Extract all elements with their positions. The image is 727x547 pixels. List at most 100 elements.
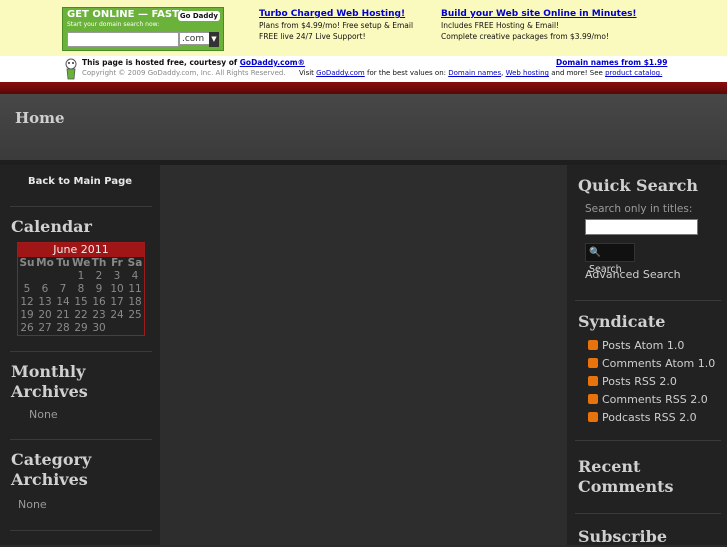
calendar-day: 22 [74, 309, 88, 321]
calendar-day: 4 [131, 270, 139, 282]
calendar-day: 1 [77, 270, 85, 282]
godaddy-logo[interactable]: Go Daddy [177, 11, 220, 21]
domain-search-input[interactable] [67, 32, 179, 47]
calendar-day: 18 [128, 296, 142, 308]
feed-link[interactable]: Comments Atom 1.0 [588, 357, 715, 371]
calendar-day: 16 [92, 296, 106, 308]
widget-title: GET ONLINE — FAST! [67, 9, 184, 20]
domain-promo-link[interactable]: Domain names from $1.99 [556, 58, 667, 67]
back-to-main-link[interactable]: Back to Main Page [0, 176, 160, 187]
promo-hosting: Turbo Charged Web Hosting! Plans from $4… [259, 9, 413, 42]
search-input[interactable] [585, 219, 698, 235]
calendar-day: 14 [56, 296, 70, 308]
feed-label: Comments Atom 1.0 [602, 357, 716, 370]
recent-comments-title-line1: Recent [578, 457, 641, 476]
domain-promo: Domain names from $1.99 [556, 58, 667, 67]
search-label: Search only in titles: [585, 203, 693, 215]
promo-hosting-link[interactable]: Turbo Charged Web Hosting! [259, 9, 413, 19]
feed-label: Podcasts RSS 2.0 [602, 411, 697, 424]
recent-comments-title-line2: Comments [578, 477, 674, 496]
syndicate-title: Syndicate [578, 312, 666, 331]
calendar-day: 28 [56, 322, 70, 334]
monthly-archives-empty: None [29, 408, 58, 421]
promo-hosting-line2: FREE live 24/7 Live Support! [259, 32, 366, 41]
calendar-weekday: Tu [56, 257, 70, 269]
category-archives-title-line1: Category [11, 450, 92, 469]
calendar-day: 7 [59, 283, 67, 295]
divider [575, 513, 721, 514]
rss-icon [588, 340, 598, 350]
calendar-weekday: Th [91, 257, 107, 269]
tld-select[interactable]: .com [179, 32, 213, 45]
subscribe-title: Subscribe [578, 527, 667, 546]
monthly-archives-title-line2: Archives [11, 382, 88, 401]
feed-link[interactable]: Podcasts RSS 2.0 [588, 411, 697, 425]
promo-builder-link[interactable]: Build your Web site Online in Minutes! [441, 9, 637, 19]
mascot-icon [65, 58, 77, 80]
site-header [0, 94, 727, 160]
calendar-day [54, 270, 72, 283]
promo-builder-line2: Complete creative packages from $3.99/mo… [441, 32, 609, 41]
calendar-day: 24 [110, 309, 124, 321]
divider [575, 300, 721, 301]
divider [10, 351, 152, 352]
rss-icon [588, 358, 598, 368]
category-archives-empty: None [18, 498, 47, 511]
visit-godaddy-link[interactable]: GoDaddy.com [316, 69, 365, 77]
calendar-weekday: Mo [36, 257, 54, 269]
calendar-day: 3 [113, 270, 121, 282]
feed-link[interactable]: Comments RSS 2.0 [588, 393, 708, 407]
visit-line: Visit GoDaddy.com for the best values on… [299, 69, 663, 77]
category-archives-title: Category Archives [11, 450, 91, 490]
page-title: Home [15, 109, 65, 127]
feed-link[interactable]: Posts RSS 2.0 [588, 375, 677, 389]
calendar-day: 27 [38, 322, 52, 334]
calendar-weekday: Sa [127, 257, 143, 269]
calendar-day: 5 [23, 283, 31, 295]
calendar-weekday: We [72, 257, 91, 269]
calendar-day: 2 [95, 270, 103, 282]
search-button[interactable]: 🔍 Search [585, 243, 635, 275]
advanced-search-link[interactable]: Advanced Search [585, 268, 681, 281]
rss-icon [588, 376, 598, 386]
calendar-weekday: Su [19, 257, 35, 269]
chevron-down-icon[interactable]: ▼ [209, 32, 219, 47]
copyright-text: Copyright © 2009 GoDaddy.com, Inc. All R… [82, 69, 286, 77]
calendar-weekday: Fr [111, 257, 123, 269]
calendar-day [36, 270, 54, 283]
widget-subtitle: Start your domain search now: [67, 21, 160, 28]
divider [10, 439, 152, 440]
calendar-day [18, 270, 36, 283]
calendar-day: 6 [41, 283, 49, 295]
web-hosting-link[interactable]: Web hosting [506, 69, 549, 77]
rss-icon [588, 394, 598, 404]
calendar-month[interactable]: June 2011 [18, 243, 144, 257]
calendar-day: 30 [92, 322, 106, 334]
domain-names-link[interactable]: Domain names [448, 69, 501, 77]
product-catalog-link[interactable]: product catalog. [605, 69, 662, 77]
divider [10, 530, 152, 531]
feed-link[interactable]: Posts Atom 1.0 [588, 339, 684, 353]
promo-builder: Build your Web site Online in Minutes! I… [441, 9, 637, 42]
calendar-day: 21 [56, 309, 70, 321]
calendar-day [108, 322, 126, 335]
calendar-day: 8 [77, 283, 85, 295]
calendar-title: Calendar [11, 217, 92, 236]
calendar-day: 19 [20, 309, 34, 321]
recent-comments-title: Recent Comments [578, 457, 673, 497]
calendar-day: 29 [74, 322, 88, 334]
hosted-text: This page is hosted free, courtesy of [82, 58, 238, 67]
hosted-notice: This page is hosted free, courtesy of Go… [82, 58, 305, 67]
header-accent-bar [0, 82, 727, 94]
calendar-day: 10 [110, 283, 124, 295]
visit-mid: for the best values on: [366, 69, 446, 77]
godaddy-link[interactable]: GoDaddy.com® [240, 58, 305, 67]
calendar-day: 26 [20, 322, 34, 334]
calendar-day: 13 [38, 296, 52, 308]
calendar-day [126, 322, 144, 335]
domain-search-widget: GET ONLINE — FAST! Start your domain sea… [62, 7, 224, 51]
feed-label: Posts Atom 1.0 [602, 339, 685, 352]
main-content [160, 165, 567, 545]
feed-label: Posts RSS 2.0 [602, 375, 677, 388]
calendar: June 2011 Su Mo Tu We Th Fr Sa 1 2 3 4 5 6 7 8 9 10 11 12 1… [17, 242, 145, 336]
